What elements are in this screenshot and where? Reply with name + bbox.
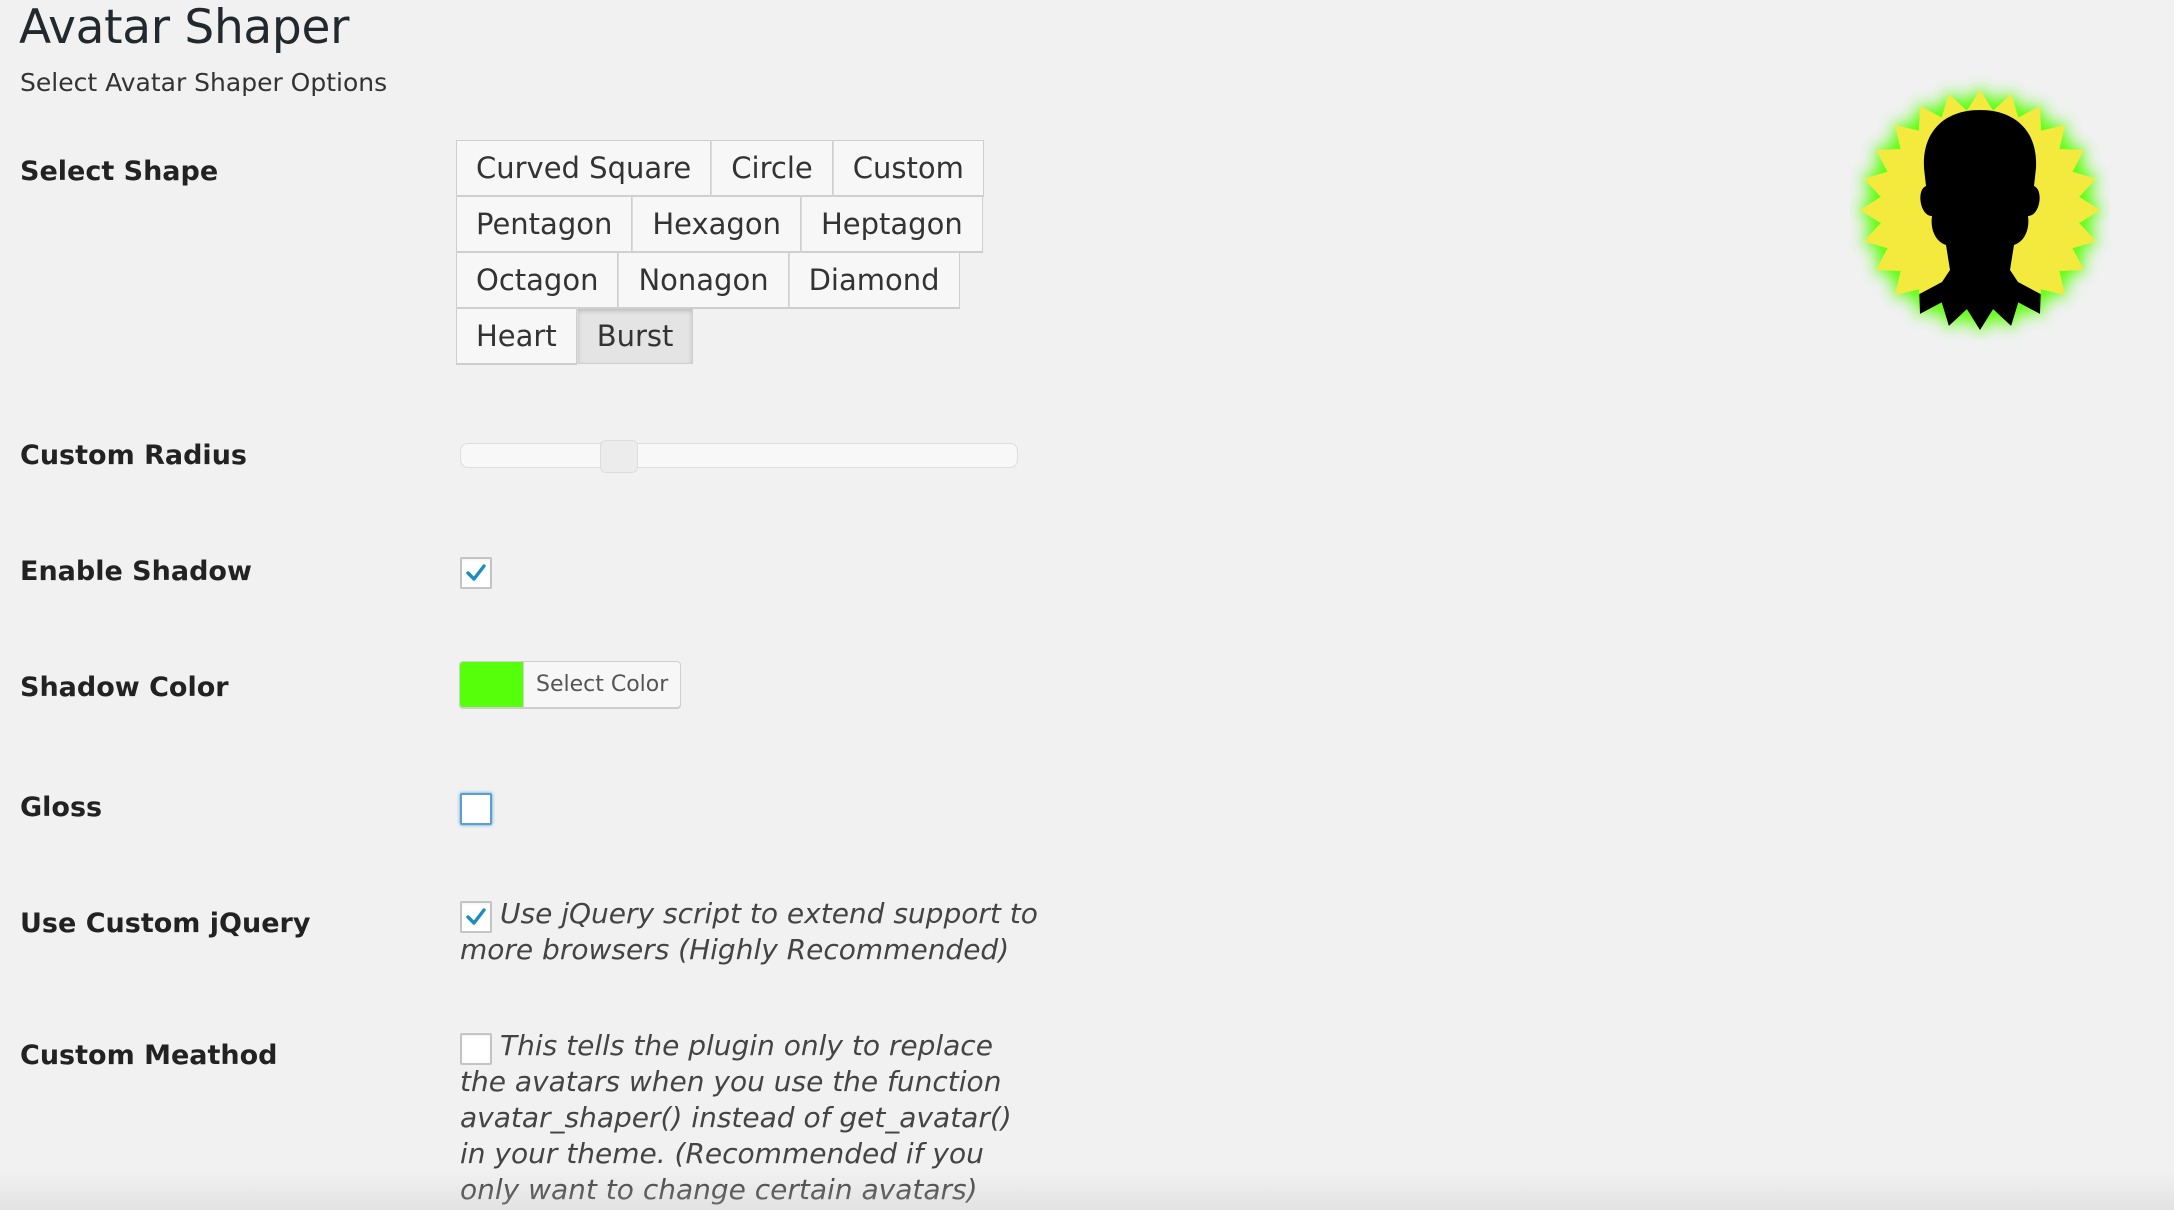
shape-button-row: Curved Square Circle Custom [456, 140, 984, 196]
custom-radius-slider[interactable] [460, 440, 1018, 473]
checkmark-icon [466, 564, 486, 581]
shape-button-group: Curved Square Circle Custom Pentagon Hexagon… [456, 140, 984, 364]
shape-button-burst[interactable]: Burst [576, 308, 694, 364]
custom-radius-label: Custom Radius [20, 440, 247, 471]
shape-button-nonagon[interactable]: Nonagon [618, 252, 789, 308]
shape-button-heptagon[interactable]: Heptagon [800, 196, 983, 252]
shape-button-hexagon[interactable]: Hexagon [632, 196, 801, 252]
enable-shadow-checkbox[interactable] [460, 557, 492, 589]
bottom-shadow [0, 1170, 2174, 1210]
custom-meathod-label: Custom Meathod [20, 1040, 278, 1071]
shape-button-heart[interactable]: Heart [456, 308, 577, 364]
select-color-button[interactable]: Select Color [524, 662, 680, 707]
burst-avatar-silhouette-icon [1860, 90, 2100, 330]
enable-shadow-label: Enable Shadow [20, 556, 252, 587]
use-custom-jquery-description: Use jQuery script to extend support to m… [460, 897, 1038, 966]
page-title: Avatar Shaper [19, 0, 350, 55]
gloss-label: Gloss [20, 792, 103, 823]
shape-button-octagon[interactable]: Octagon [456, 252, 619, 308]
select-shape-label: Select Shape [20, 156, 219, 187]
shape-button-custom[interactable]: Custom [832, 140, 984, 196]
slider-handle[interactable] [600, 440, 639, 473]
shape-button-diamond[interactable]: Diamond [788, 252, 960, 308]
shape-button-row: Pentagon Hexagon Heptagon [456, 196, 984, 252]
shape-button-circle[interactable]: Circle [711, 140, 833, 196]
gloss-checkbox[interactable] [460, 793, 492, 825]
shape-button-pentagon[interactable]: Pentagon [456, 196, 633, 252]
shape-button-row: Heart Burst [456, 308, 984, 364]
shadow-color-label: Shadow Color [20, 672, 229, 703]
avatar-preview [1850, 70, 2110, 340]
use-custom-jquery-label: Use Custom jQuery [20, 908, 311, 939]
color-swatch[interactable] [460, 662, 524, 707]
page-subtitle: Select Avatar Shaper Options [20, 68, 388, 97]
shape-button-curved-square[interactable]: Curved Square [456, 140, 712, 196]
shadow-color-picker[interactable]: Select Color [459, 661, 682, 708]
shape-button-row: Octagon Nonagon Diamond [456, 252, 984, 308]
